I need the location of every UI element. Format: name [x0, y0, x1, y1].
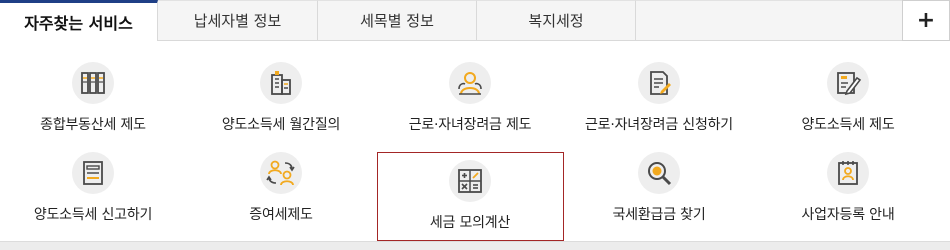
building-icon [260, 62, 302, 104]
tab-label: 세목별 정보 [360, 12, 434, 30]
service-earned-child-credit-system[interactable]: 근로·자녀장려금 제도 [377, 62, 563, 134]
service-business-registration-guide[interactable]: 사업자등록 안내 [755, 152, 941, 224]
books-icon [72, 62, 114, 104]
service-label: 증여세제도 [249, 207, 313, 223]
add-tab-button[interactable]: + [902, 0, 950, 41]
tab-label: 복지세정 [528, 12, 584, 30]
service-label: 양도소득세 월간질의 [221, 117, 341, 133]
tab-tax-item-info[interactable]: 세목별 정보 [318, 0, 477, 41]
service-label: 국세환급금 찾기 [612, 207, 706, 223]
service-gift-tax-system[interactable]: 증여세제도 [188, 152, 374, 224]
document-edit-icon [638, 62, 680, 104]
magnifier-coin-icon [638, 152, 680, 194]
service-label: 세금 모의계산 [429, 215, 511, 231]
service-label: 종합부동산세 제도 [40, 117, 146, 133]
plus-icon: + [916, 7, 936, 33]
service-earned-child-credit-apply[interactable]: 근로·자녀장려금 신청하기 [566, 62, 752, 134]
service-label: 근로·자녀장려금 제도 [408, 117, 532, 133]
tab-label: 자주찾는 서비스 [24, 14, 133, 33]
calculator-icon [449, 160, 491, 202]
id-card-icon [827, 152, 869, 194]
tab-welfare-tax[interactable]: 복지세정 [477, 0, 636, 41]
panel-bottom-border [0, 241, 950, 250]
pencil-note-icon [827, 62, 869, 104]
tabbar-filler [636, 0, 902, 41]
exchange-people-icon [260, 152, 302, 194]
service-label: 근로·자녀장려금 신청하기 [585, 117, 733, 133]
service-label: 양도소득세 신고하기 [33, 207, 153, 223]
service-transfer-tax-monthly-qa[interactable]: 양도소득세 월간질의 [188, 62, 374, 134]
service-label: 양도소득세 제도 [801, 117, 895, 133]
service-label: 사업자등록 안내 [801, 207, 895, 223]
service-transfer-tax-filing[interactable]: 양도소득세 신고하기 [0, 152, 186, 224]
service-tax-simulation[interactable]: 세금 모의계산 [377, 160, 563, 232]
tab-label: 납세자별 정보 [193, 12, 282, 30]
service-transfer-tax-system[interactable]: 양도소득세 제도 [755, 62, 941, 134]
tab-taxpayer-info[interactable]: 납세자별 정보 [158, 0, 318, 41]
service-comprehensive-property-tax[interactable]: 종합부동산세 제도 [0, 62, 186, 134]
service-tabbar: 자주찾는 서비스 납세자별 정보 세목별 정보 복지세정 + [0, 0, 950, 41]
tab-frequent-services[interactable]: 자주찾는 서비스 [0, 0, 158, 41]
form-icon [72, 152, 114, 194]
people-icon [449, 62, 491, 104]
service-tax-refund-search[interactable]: 국세환급금 찾기 [566, 152, 752, 224]
